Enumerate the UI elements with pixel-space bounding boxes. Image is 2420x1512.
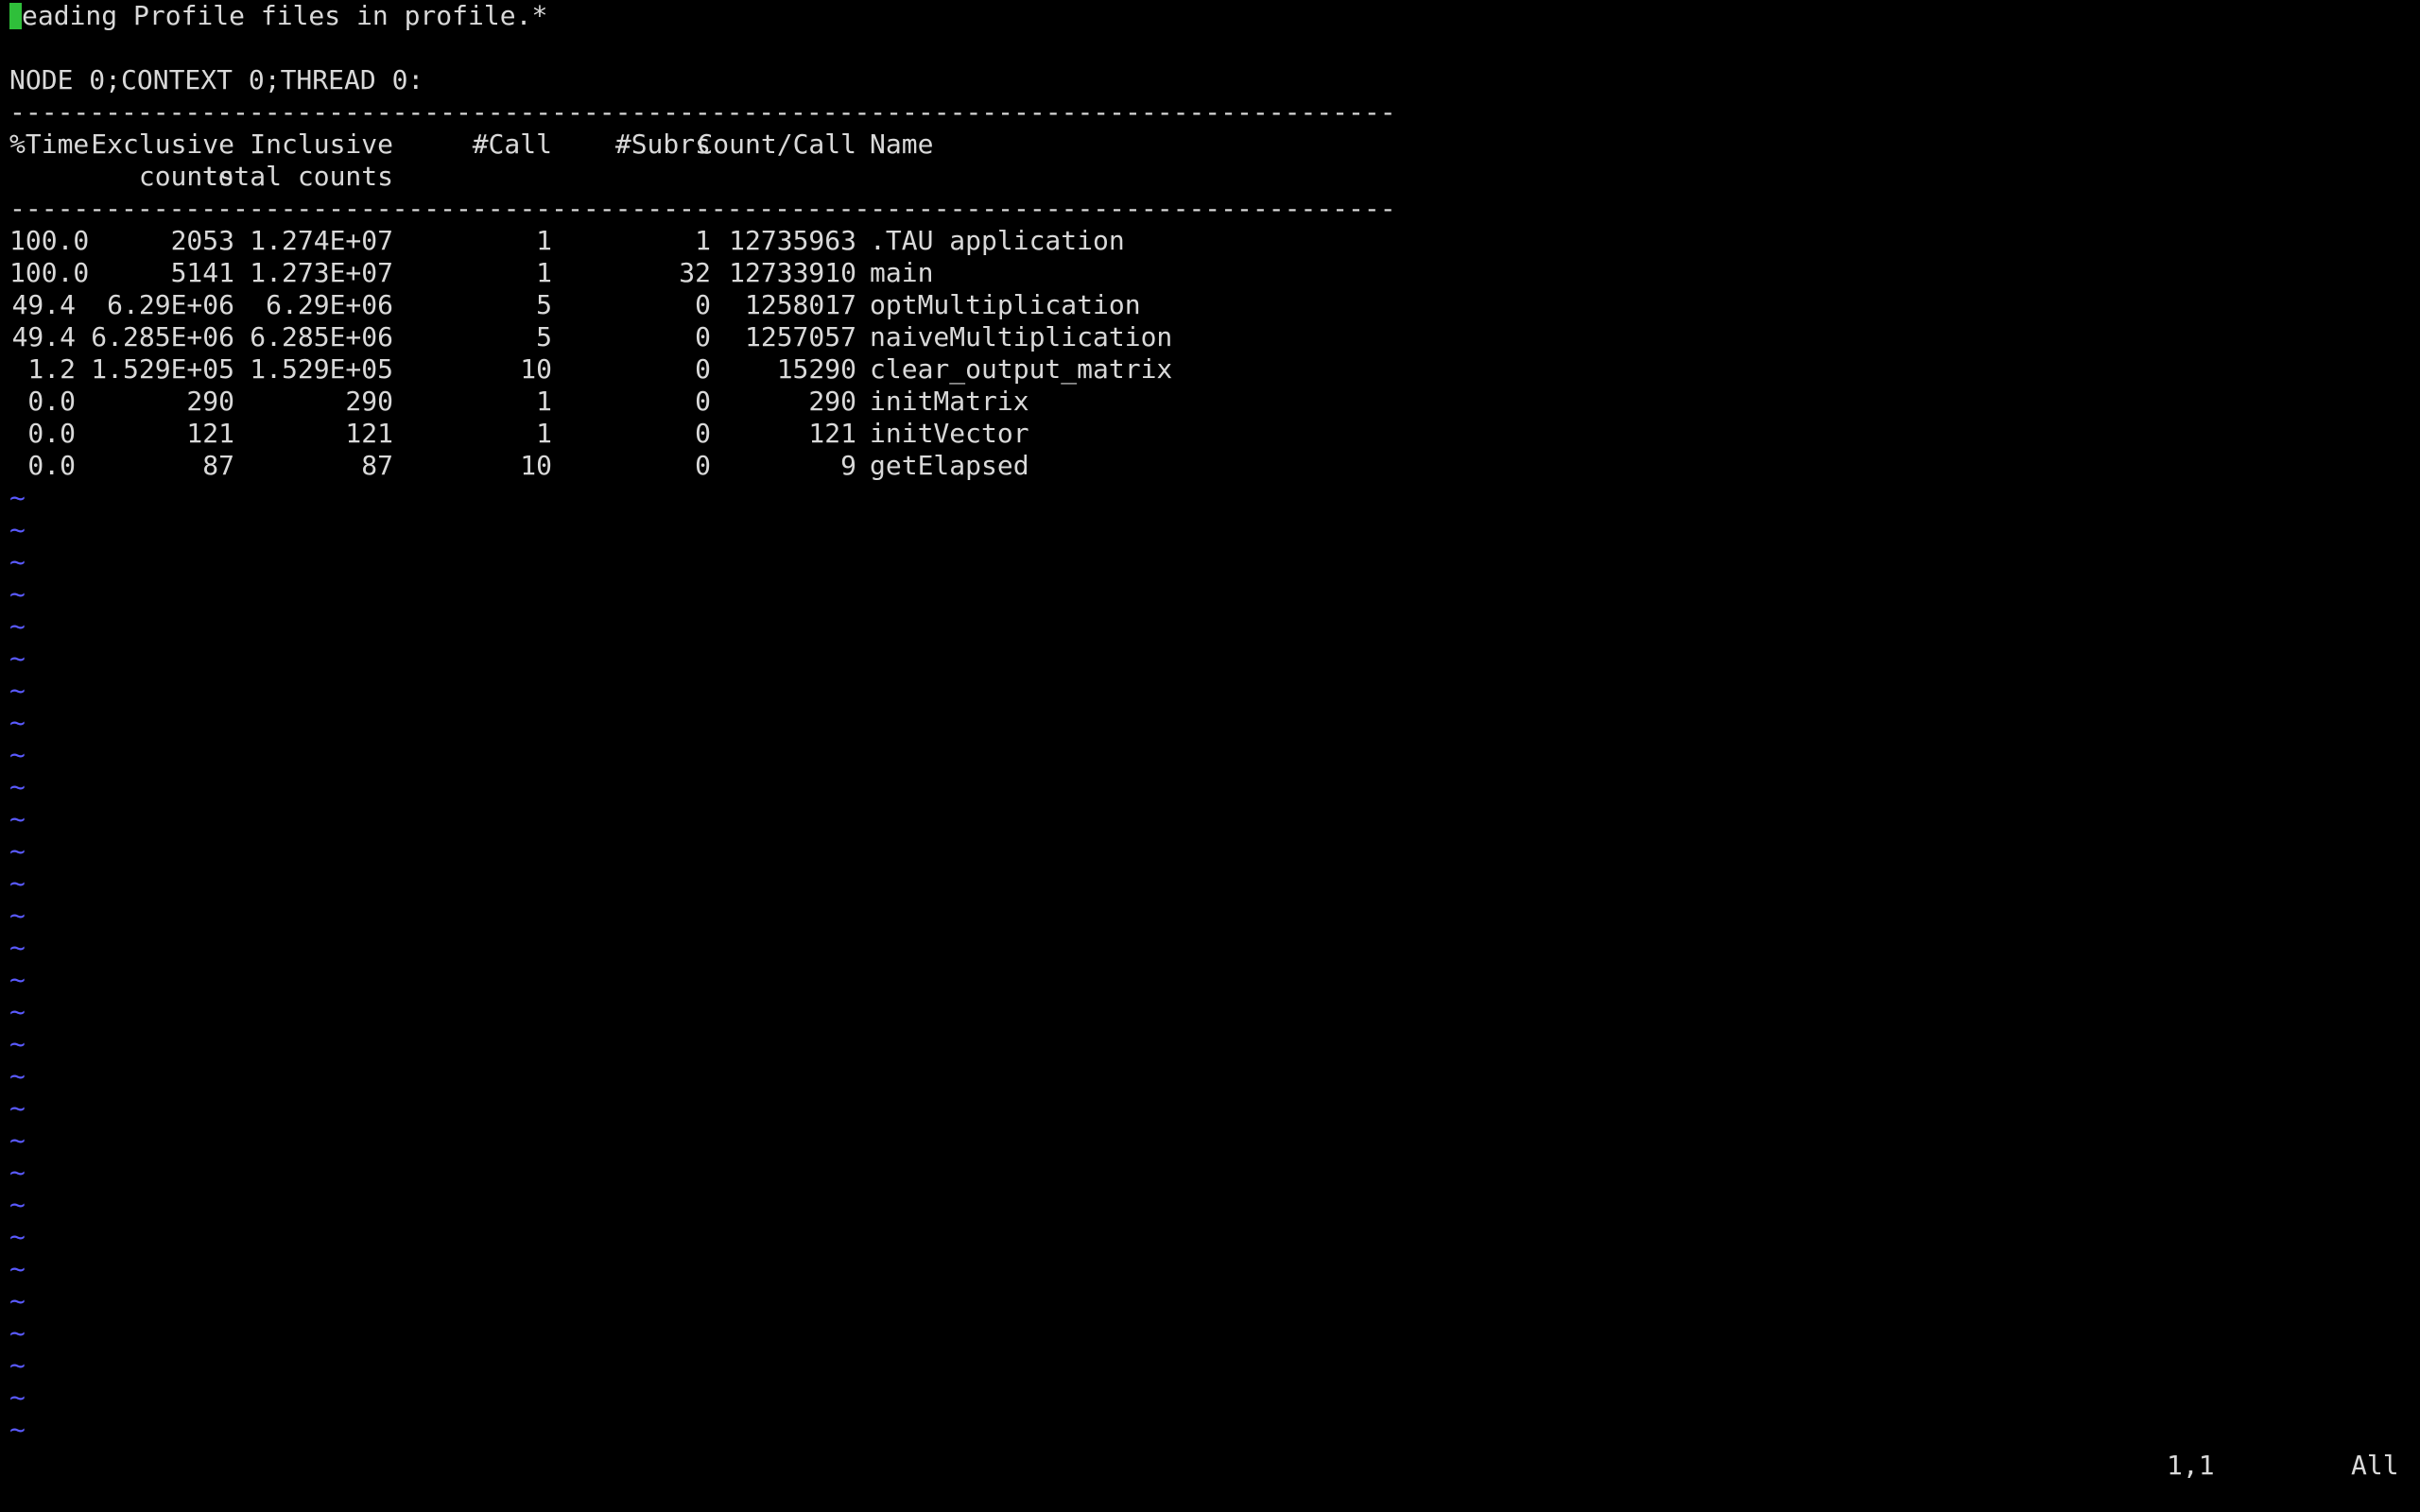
separator-bottom: ----------------------------------------… [9,193,1396,224]
table-row: 100.0 2053 1.274E+07 1 1 12735963 .TAU applica… [9,225,2411,257]
cell-name: initMatrix [870,386,1029,417]
table-row: 0.0 290 290 1 0 290 initMatrix [9,386,2411,418]
cell-name: main [870,257,934,288]
empty-line-tilde: ~ [9,964,26,995]
header-name: Name [870,129,934,160]
cell-count-per-call: 121 [808,418,856,449]
empty-line-tilde: ~ [9,707,26,738]
cell-count-per-call: 1258017 [744,289,856,320]
message-line: eading Profile files in profile.* [9,0,2411,32]
cell-name: optMultiplication [870,289,1141,320]
cell-count-per-call: 1257057 [744,321,856,352]
cell-name: getElapsed [870,450,1029,481]
table-row: 100.0 5141 1.273E+07 1 32 12733910 main [9,257,2411,289]
empty-line-tilde: ~ [9,1125,26,1156]
empty-line-tilde: ~ [9,1189,26,1220]
empty-line-tilde: ~ [9,868,26,899]
empty-line-tilde: ~ [9,1221,26,1252]
empty-line-tilde: ~ [9,1317,26,1349]
empty-line-tilde: ~ [9,739,26,770]
empty-line-tilde: ~ [9,675,26,706]
cell-name: .TAU application [870,225,1125,256]
empty-line-tilde: ~ [9,996,26,1027]
table-row: 49.4 6.29E+06 6.29E+06 5 0 1258017 optMultipli… [9,289,2411,321]
header-row: %Time Exclusive Inclusive #Call #Subrs C… [9,129,2411,161]
cell-count-per-call: 12735963 [729,225,856,256]
cell-name: naiveMultiplication [870,321,1173,352]
profile-table-body: 100.0 2053 1.274E+07 1 1 12735963 .TAU applica… [9,225,2411,482]
empty-line-tilde: ~ [9,1253,26,1284]
empty-line-tilde: ~ [9,1414,26,1445]
cell-name: initVector [870,418,1029,449]
empty-line-tilde: ~ [9,1382,26,1413]
empty-line-tilde: ~ [9,578,26,610]
cell-count-per-call: 9 [840,450,856,481]
header-subrow: counts total counts [9,161,2411,193]
empty-line-tilde: ~ [9,1157,26,1188]
empty-line-tilde: ~ [9,1349,26,1381]
empty-line-tilde: ~ [9,514,26,545]
terminal-buffer[interactable]: eading Profile files in profile.* NODE 0… [9,0,2411,1512]
empty-line-tilde: ~ [9,482,26,513]
empty-line-tilde: ~ [9,835,26,867]
separator-top: ----------------------------------------… [9,96,1396,128]
cell-count-per-call: 15290 [776,353,856,385]
empty-line-tilde: ~ [9,900,26,931]
table-row: 49.4 6.285E+06 6.285E+06 5 0 1257057 naiveMult… [9,321,2411,353]
table-row: 1.2 1.529E+05 1.529E+05 10 0 15290 clear_outpu… [9,353,2411,386]
text-cursor [9,3,22,29]
header-count-per-call: Count/Call [697,129,856,160]
scroll-indicator: All [2351,1450,2399,1481]
table-row: 0.0 121 121 1 0 121 initVector [9,418,2411,450]
empty-buffer-lines: ~ ~ ~ ~ ~ ~ ~ ~ ~ ~ ~ ~ ~ ~ ~ ~ ~ ~ ~ ~ ~ ~ ~ ~ ~ ~ ~ ~ ~ ~ [9,482,2411,1446]
cell-name: clear_output_matrix [870,353,1173,385]
cursor-position: 1,1 [2167,1450,2215,1481]
message-text: eading Profile files in profile.* [22,0,548,31]
empty-line-tilde: ~ [9,803,26,834]
empty-line-tilde: ~ [9,1028,26,1059]
empty-line-tilde: ~ [9,932,26,963]
status-line: 1,1 All [0,1450,2420,1482]
empty-line-tilde: ~ [9,1060,26,1091]
empty-line-tilde: ~ [9,1092,26,1124]
context-line: NODE 0;CONTEXT 0;THREAD 0: [9,64,424,95]
empty-line-tilde: ~ [9,610,26,642]
cell-count-per-call: 290 [808,386,856,417]
empty-line-tilde: ~ [9,1285,26,1316]
header-inclusive-sub: total counts [201,161,393,192]
empty-line-tilde: ~ [9,546,26,577]
table-row: 0.0 87 87 10 0 9 getElapsed [9,450,2411,482]
cell-count-per-call: 12733910 [729,257,856,288]
empty-line-tilde: ~ [9,643,26,674]
empty-line-tilde: ~ [9,771,26,802]
